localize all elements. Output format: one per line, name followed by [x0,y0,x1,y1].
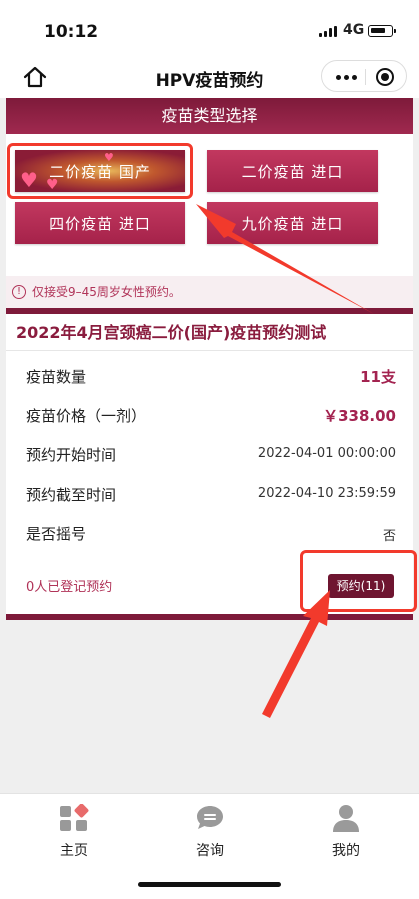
vaccine-type-button[interactable]: 九价疫苗 进口 [207,202,378,244]
home-indicator [138,882,281,887]
home-grid-icon [60,803,89,831]
detail-label: 疫苗价格（一剂） [26,407,147,425]
appointment-card: 2022年4月宫颈癌二价(国产)疫苗预约测试 疫苗数量 11支 疫苗价格（一剂）… [6,308,417,620]
mini-program-capsule [321,60,407,92]
detail-row: 预约截至时间 2022-04-10 23:59:59 [26,484,396,508]
detail-label: 疫苗数量 [26,368,87,386]
detail-value: ￥338.00 [323,407,396,425]
detail-row: 疫苗价格（一剂） ￥338.00 [26,405,396,429]
tab-profile[interactable]: 我的 [306,804,386,860]
network-type: 4G [343,22,365,38]
age-notice: ! 仅接受9–45周岁女性预约。 [6,276,413,308]
notice-text: 仅接受9–45周岁女性预约。 [32,285,181,299]
highlight-box [7,143,193,199]
detail-value: 2022-04-01 00:00:00 [257,446,396,461]
close-target-icon[interactable] [376,68,394,86]
tab-label: 主页 [60,843,88,859]
vaccine-type-button[interactable]: 四价疫苗 进口 [15,202,185,244]
chat-icon [197,806,223,829]
appointment-title: 2022年4月宫颈癌二价(国产)疫苗预约测试 [16,323,327,342]
tab-label: 我的 [332,843,360,859]
vaccine-type-button[interactable]: 二价疫苗 进口 [207,150,378,192]
status-bar: 10:12 4G [0,0,419,56]
section-title: 疫苗类型选择 [6,98,413,134]
tab-label: 咨询 [196,843,224,859]
tab-consult[interactable]: 咨询 [170,804,250,860]
tab-home[interactable]: 主页 [34,803,114,860]
cellular-signal-icon [319,26,337,37]
vaccine-type-label: 四价疫苗 进口 [49,214,151,233]
detail-value: 2022-04-10 23:59:59 [257,486,396,501]
detail-value: 否 [382,529,396,544]
battery-icon [368,25,396,37]
registered-count: 0人已登记预约 [26,580,113,595]
detail-row: 是否摇号 否 [26,523,396,547]
info-icon: ! [12,285,26,299]
profile-icon [333,805,359,832]
vaccine-type-label: 九价疫苗 进口 [241,214,344,233]
detail-row: 预约开始时间 2022-04-01 00:00:00 [26,444,396,468]
detail-label: 预约截至时间 [26,486,117,504]
vaccine-type-grid: 二价疫苗 国产 二价疫苗 进口 四价疫苗 进口 九价疫苗 进口 ♥ ♥ ♥ [6,134,413,276]
highlight-box [300,550,417,612]
detail-value: 11支 [360,368,396,386]
detail-label: 是否摇号 [26,525,87,543]
detail-row: 疫苗数量 11支 [26,366,396,390]
detail-label: 预约开始时间 [26,446,117,464]
status-time: 10:12 [44,22,99,42]
more-menu-icon[interactable] [336,75,357,80]
vaccine-type-label: 二价疫苗 进口 [241,162,344,181]
nav-bar: HPV疫苗预约 [0,56,419,98]
